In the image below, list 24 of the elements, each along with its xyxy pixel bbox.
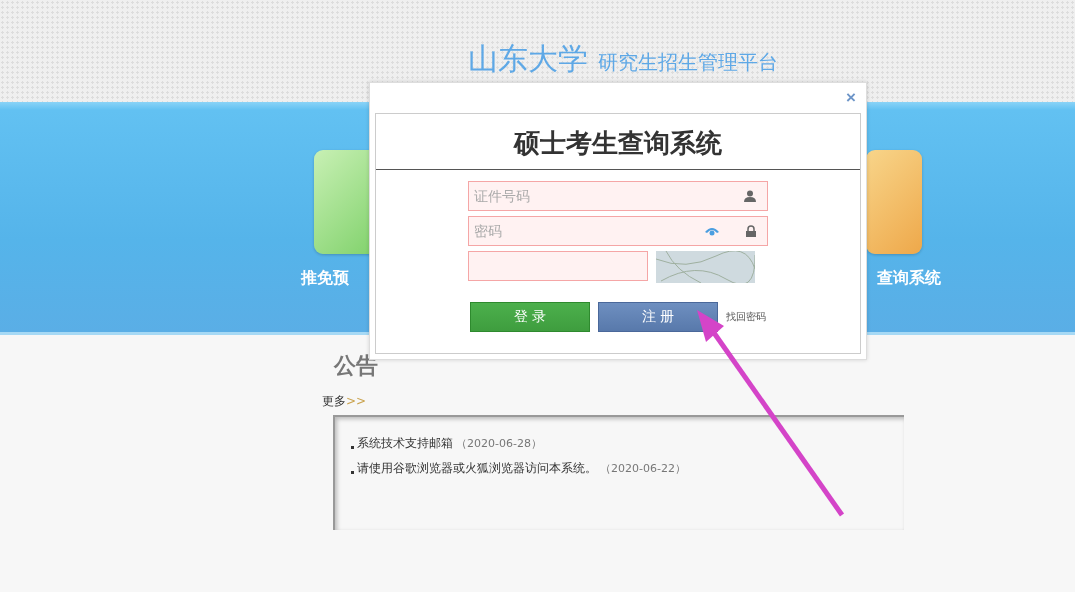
- close-button[interactable]: ×: [844, 88, 858, 108]
- dialog-title: 硕士考生查询系统: [376, 114, 860, 170]
- lock-icon: [746, 225, 756, 237]
- module-label[interactable]: 推免预: [301, 268, 349, 289]
- module-label[interactable]: 查询系统: [877, 268, 941, 289]
- password-field[interactable]: 密码: [468, 216, 768, 246]
- user-icon: [744, 190, 756, 202]
- register-button[interactable]: 注 册: [598, 302, 718, 332]
- university-name: 山东大学: [467, 40, 588, 78]
- captcha-field[interactable]: [468, 251, 648, 281]
- notice-date: （2020-06-22）: [600, 461, 686, 476]
- bullet-icon: [351, 446, 354, 449]
- more-link[interactable]: 更多>>: [322, 393, 1075, 410]
- notice-link[interactable]: 请使用谷歌浏览器或火狐浏览器访问本系统。: [357, 460, 597, 477]
- bullet-icon: [351, 471, 354, 474]
- captcha-image[interactable]: [656, 251, 755, 283]
- forgot-password-link[interactable]: 找回密码: [726, 310, 766, 324]
- eye-icon[interactable]: [704, 226, 720, 236]
- notice-title: 公告: [334, 352, 379, 380]
- platform-name: 研究生招生管理平台: [597, 49, 778, 76]
- id-number-field[interactable]: 证件号码: [468, 181, 768, 211]
- login-button[interactable]: 登 录: [470, 302, 590, 332]
- notice-link[interactable]: 系统技术支持邮箱: [357, 435, 453, 452]
- notice-date: （2020-06-28）: [456, 436, 542, 451]
